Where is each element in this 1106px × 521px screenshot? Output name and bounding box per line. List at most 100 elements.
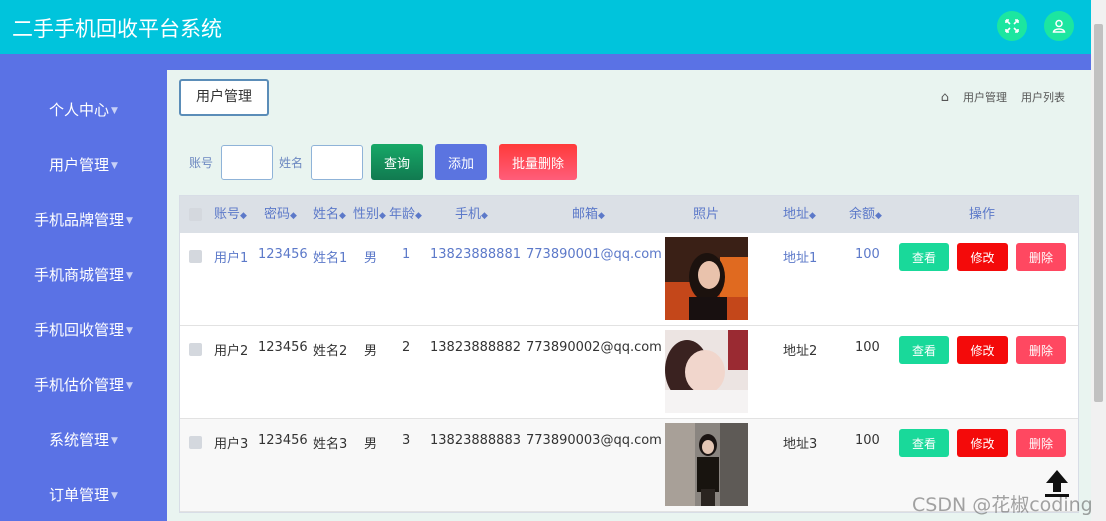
watermark: CSDN @花椒coding [912,494,1093,516]
column-header-password[interactable]: 密码◆ [264,196,297,233]
sidebar-item-personal-center[interactable]: 个人中心 ▼ [0,90,167,130]
column-header-email[interactable]: 邮箱◆ [572,196,605,233]
cell-gender: 男 [364,251,378,266]
sort-icon: ◆ [809,211,816,221]
user-button[interactable] [1044,11,1074,41]
sort-icon: ◆ [598,211,605,221]
sidebar-item-system-management[interactable]: 系统管理 ▼ [0,420,167,460]
sort-icon: ◆ [481,211,488,221]
delete-button[interactable]: 删除 [1016,429,1066,457]
name-label: 姓名 [279,155,304,170]
app-title: 二手手机回收平台系统 [12,17,222,41]
header-strip [0,54,1091,70]
search-bar: 账号 姓名 查询 添加 批量删除 [189,144,578,180]
sidebar: 个人中心 ▼ 用户管理 ▼ 手机品牌管理 ▼ 手机商城管理 ▼ 手机回收管理 ▼ 手机估价… [0,70,167,521]
cell-phone: 13823888881 [430,247,521,262]
sort-icon: ◆ [379,211,386,221]
cell-phone: 13823888882 [430,340,521,355]
cell-gender: 男 [364,344,378,359]
sidebar-item-brand-management[interactable]: 手机品牌管理 ▼ [0,200,167,240]
column-header-name[interactable]: 姓名◆ [313,196,346,233]
table-row: 用户2 123456 姓名2 男 2 13823888882 773890002… [180,326,1078,419]
cell-account: 用户2 [214,344,249,359]
column-header-phone[interactable]: 手机◆ [455,196,488,233]
sidebar-item-label: 手机品牌管理 [34,211,125,229]
row-checkbox[interactable] [189,250,202,263]
column-header-account[interactable]: 账号◆ [214,196,247,233]
sidebar-item-valuation-management[interactable]: 手机估价管理 ▼ [0,365,167,405]
column-header-photo: 照片 [693,207,720,222]
sidebar-item-mall-management[interactable]: 手机商城管理 ▼ [0,255,167,295]
sidebar-item-label: 用户管理 [49,156,110,174]
edit-button[interactable]: 修改 [957,336,1008,364]
cell-password: 123456 [258,340,308,355]
cell-account: 用户1 [214,251,249,266]
sidebar-item-order-management[interactable]: 订单管理 ▼ [0,475,167,515]
fullscreen-button[interactable] [997,11,1027,41]
user-photo[interactable] [665,237,748,320]
sidebar-item-label: 手机商城管理 [34,266,125,284]
sidebar-item-recycle-management[interactable]: 手机回收管理 ▼ [0,310,167,350]
scrollbar[interactable] [1091,0,1106,521]
cell-address: 地址1 [783,251,818,266]
cell-address: 地址2 [783,344,818,359]
cell-email: 773890001@qq.com [526,247,662,262]
user-table: 账号◆ 密码◆ 姓名◆ 性别◆ 年龄◆ 手机◆ 邮箱◆ 照片 地址◆ 余额◆ 操… [179,195,1079,513]
query-button[interactable]: 查询 [371,144,424,180]
cell-name: 姓名1 [313,251,348,266]
column-header-gender[interactable]: 性别◆ [353,196,386,233]
cell-balance: 100 [855,247,880,262]
user-photo[interactable] [665,330,748,413]
sidebar-item-label: 订单管理 [49,486,110,504]
edit-button[interactable]: 修改 [957,243,1008,271]
caret-down-icon: ▼ [111,435,118,446]
batch-delete-button[interactable]: 批量删除 [499,144,578,180]
account-input[interactable] [221,144,274,180]
view-button[interactable]: 查看 [899,336,949,364]
cell-gender: 男 [364,437,378,452]
sidebar-item-label: 个人中心 [49,101,110,119]
view-button[interactable]: 查看 [899,243,949,271]
view-button[interactable]: 查看 [899,429,949,457]
user-photo[interactable] [665,423,748,506]
sidebar-item-label: 手机回收管理 [34,321,125,339]
cell-email: 773890002@qq.com [526,340,662,355]
delete-button[interactable]: 删除 [1016,336,1066,364]
row-checkbox[interactable] [189,343,202,356]
cell-phone: 13823888883 [430,433,521,448]
expand-icon [1005,19,1019,33]
cell-name: 姓名3 [313,437,348,452]
name-input[interactable] [311,144,364,180]
user-icon [1052,19,1066,33]
account-label: 账号 [189,155,214,170]
sort-icon: ◆ [339,211,346,221]
cell-age: 3 [402,433,411,448]
add-button[interactable]: 添加 [435,144,488,180]
cell-balance: 100 [855,340,880,355]
home-icon[interactable]: ⌂ [941,90,949,105]
caret-down-icon: ▼ [126,270,133,281]
row-checkbox[interactable] [189,436,202,449]
sidebar-item-label: 系统管理 [49,431,110,449]
column-header-balance[interactable]: 余额◆ [849,196,882,233]
sidebar-item-user-management[interactable]: 用户管理 ▼ [0,145,167,185]
top-header: 二手手机回收平台系统 [0,0,1091,54]
select-all-checkbox[interactable] [189,208,202,221]
scrollbar-thumb[interactable] [1094,24,1103,402]
caret-down-icon: ▼ [111,105,118,116]
page-tab[interactable]: 用户管理 [179,79,269,116]
cell-account: 用户3 [214,437,249,452]
sort-icon: ◆ [240,211,247,221]
column-header-actions: 操作 [969,207,996,222]
caret-down-icon: ▼ [126,380,133,391]
caret-down-icon: ▼ [126,215,133,226]
column-header-address[interactable]: 地址◆ [783,196,816,233]
breadcrumb-item[interactable]: 用户管理 [963,89,1007,105]
table-row: 用户1 123456 姓名1 男 1 13823888881 773890001… [180,233,1078,326]
caret-down-icon: ▼ [111,160,118,171]
edit-button[interactable]: 修改 [957,429,1008,457]
column-header-age[interactable]: 年龄◆ [389,196,422,233]
delete-button[interactable]: 删除 [1016,243,1066,271]
main-content: 用户管理 ⌂ 用户管理 用户列表 账号 姓名 查询 添加 批量删除 账号◆ 密码… [167,70,1091,521]
breadcrumb: ⌂ 用户管理 用户列表 [941,89,1065,105]
